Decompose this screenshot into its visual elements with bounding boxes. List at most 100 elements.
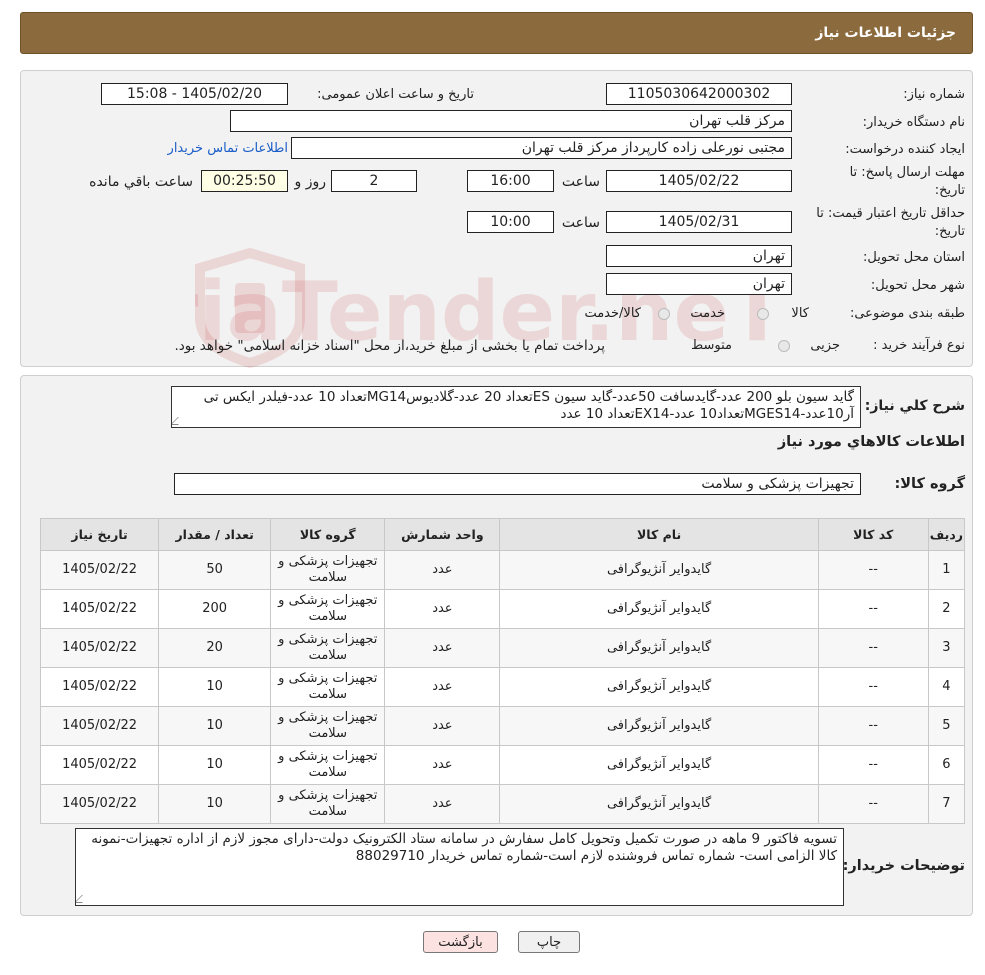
deadline-date-field: 1405/02/22 xyxy=(606,170,792,192)
cell-goods-code: -- xyxy=(817,589,929,629)
validity-date-field: 1405/02/31 xyxy=(606,211,792,233)
cell-goods-code: -- xyxy=(817,550,929,590)
col-goods-code: کد کالا xyxy=(817,518,929,551)
cell-need-date: 1405/02/22 xyxy=(39,550,160,590)
buyer-notes-text: تسویه فاکتور 9 ماهه در صورت تکمیل وتحویل… xyxy=(91,831,837,864)
cell-goods-code: -- xyxy=(817,784,929,824)
deadline-time-label: ساعت xyxy=(561,174,600,190)
radio-service-icon[interactable] xyxy=(658,307,671,320)
cell-quantity: 10 xyxy=(158,667,272,707)
cell-unit: عدد xyxy=(384,628,501,668)
need-number-label: شماره نیاز: xyxy=(903,87,965,102)
goods-info-title: اطلاعات کالاهاي مورد نياز xyxy=(777,434,965,450)
process-minor-label: جزیی xyxy=(810,338,840,353)
cell-need-date: 1405/02/22 xyxy=(39,589,160,629)
contact-buyer-link[interactable]: اطلاعات تماس خریدار xyxy=(168,141,288,156)
col-row-number: ردیف xyxy=(927,518,966,551)
process-option-minor[interactable]: جزیی xyxy=(778,338,840,353)
cell-goods-name: گایدوایر آنژیوگرافی xyxy=(499,745,819,785)
cell-goods-group: تجهیزات پزشکی و سلامت xyxy=(270,745,386,785)
cell-row-number: 5 xyxy=(927,706,966,746)
table-row: 4 -- گایدوایر آنژیوگرافی عدد تجهیزات پزشکی و… xyxy=(39,667,966,707)
buyer-org-field: مرکز قلب تهران xyxy=(230,110,792,132)
resize-grip-icon[interactable] xyxy=(76,895,90,903)
col-need-date: تاریخ نیاز xyxy=(39,518,160,551)
cell-need-date: 1405/02/22 xyxy=(39,667,160,707)
buyer-notes-textarea[interactable]: تسویه فاکتور 9 ماهه در صورت تکمیل وتحویل… xyxy=(75,828,844,906)
cell-goods-group: تجهیزات پزشکی و سلامت xyxy=(270,784,386,824)
goods-group-field: تجهیزات پزشکی و سلامت xyxy=(174,473,861,495)
cell-need-date: 1405/02/22 xyxy=(39,706,160,746)
category-service-label: خدمت xyxy=(690,306,725,321)
resize-grip-icon[interactable] xyxy=(172,417,186,425)
page-header: جزئیات اطلاعات نیاز xyxy=(20,12,973,54)
radio-goods-icon[interactable] xyxy=(757,307,770,320)
col-goods-name: نام کالا xyxy=(499,518,819,551)
cell-goods-code: -- xyxy=(817,628,929,668)
table-header-row: ردیف کد کالا نام کالا واحد شمارش گروه کا… xyxy=(39,518,966,551)
category-option-service[interactable]: خدمت xyxy=(658,306,725,321)
cell-need-date: 1405/02/22 xyxy=(39,745,160,785)
summary-textarea[interactable]: گاید سیون بلو 200 عدد-گایدسافت 50عدد-گای… xyxy=(171,386,861,428)
cell-goods-code: -- xyxy=(817,706,929,746)
col-quantity: تعداد / مقدار xyxy=(158,518,272,551)
validity-label-date: تاریخ: xyxy=(934,224,965,239)
cell-unit: عدد xyxy=(384,589,501,629)
goods-table: ردیف کد کالا نام کالا واحد شمارش گروه کا… xyxy=(39,518,966,824)
cell-unit: عدد xyxy=(384,550,501,590)
cell-quantity: 10 xyxy=(158,784,272,824)
cell-unit: عدد xyxy=(384,667,501,707)
days-field: 2 xyxy=(331,170,417,192)
cell-unit: عدد xyxy=(384,745,501,785)
cell-row-number: 1 xyxy=(927,550,966,590)
back-button[interactable]: بازگشت xyxy=(423,931,498,953)
goods-group-label: گروه کالا: xyxy=(894,476,965,492)
cell-goods-code: -- xyxy=(817,667,929,707)
category-label: طبقه بندی موضوعی: xyxy=(849,306,965,321)
print-button[interactable]: چاپ xyxy=(518,931,580,953)
process-note: پرداخت تمام یا بخشی از مبلغ خرید،از محل … xyxy=(174,338,605,354)
table-row: 7 -- گایدوایر آنژیوگرافی عدد تجهیزات پزشکی و… xyxy=(39,784,966,824)
category-option-goods[interactable]: کالا xyxy=(757,306,809,321)
city-field: تهران xyxy=(606,273,792,295)
validity-time-field: 10:00 xyxy=(467,211,554,233)
cell-goods-name: گایدوایر آنژیوگرافی xyxy=(499,667,819,707)
cell-unit: عدد xyxy=(384,706,501,746)
table-row: 1 -- گایدوایر آنژیوگرافی عدد تجهیزات پزشکی و… xyxy=(39,550,966,590)
table-row: 5 -- گایدوایر آنژیوگرافی عدد تجهیزات پزشکی و… xyxy=(39,706,966,746)
cell-row-number: 7 xyxy=(927,784,966,824)
cell-goods-name: گایدوایر آنژیوگرافی xyxy=(499,550,819,590)
need-number-field: 1105030642000302 xyxy=(606,83,792,105)
cell-quantity: 200 xyxy=(158,589,272,629)
buyer-org-label: نام دستگاه خریدار: xyxy=(862,115,965,130)
cell-need-date: 1405/02/22 xyxy=(39,628,160,668)
process-option-medium[interactable]: متوسط xyxy=(691,338,732,353)
cell-row-number: 2 xyxy=(927,589,966,629)
table-row: 3 -- گایدوایر آنژیوگرافی عدد تجهیزات پزشکی و… xyxy=(39,628,966,668)
cell-goods-group: تجهیزات پزشکی و سلامت xyxy=(270,706,386,746)
cell-need-date: 1405/02/22 xyxy=(39,784,160,824)
cell-quantity: 10 xyxy=(158,706,272,746)
cell-quantity: 50 xyxy=(158,550,272,590)
cell-goods-code: -- xyxy=(817,745,929,785)
page-title: جزئیات اطلاعات نیاز xyxy=(815,25,956,41)
table-body: 1 -- گایدوایر آنژیوگرافی عدد تجهیزات پزشکی و… xyxy=(39,550,966,824)
summary-label: شرح کلي نياز: xyxy=(864,398,965,414)
radio-minor-icon[interactable] xyxy=(778,339,791,352)
summary-text: گاید سیون بلو 200 عدد-گایدسافت 50عدد-گای… xyxy=(203,389,854,422)
remaining-label: ساعت باقي مانده xyxy=(89,174,193,190)
cell-goods-name: گایدوایر آنژیوگرافی xyxy=(499,589,819,629)
cell-row-number: 6 xyxy=(927,745,966,785)
creator-field: مجتبی نورعلی زاده کارپرداز مرکز قلب تهرا… xyxy=(291,137,792,159)
province-label: استان محل تحویل: xyxy=(863,250,965,265)
cell-goods-name: گایدوایر آنژیوگرافی xyxy=(499,784,819,824)
process-medium-label: متوسط xyxy=(691,338,732,353)
deadline-label-date: تاریخ: xyxy=(934,183,965,198)
cell-goods-name: گایدوایر آنژیوگرافی xyxy=(499,628,819,668)
cell-quantity: 20 xyxy=(158,628,272,668)
category-option-goods-service[interactable]: کالا/خدمت xyxy=(584,306,641,321)
cell-row-number: 3 xyxy=(927,628,966,668)
validity-time-label: ساعت xyxy=(561,215,600,231)
category-goods-label: کالا xyxy=(791,306,809,321)
cell-row-number: 4 xyxy=(927,667,966,707)
